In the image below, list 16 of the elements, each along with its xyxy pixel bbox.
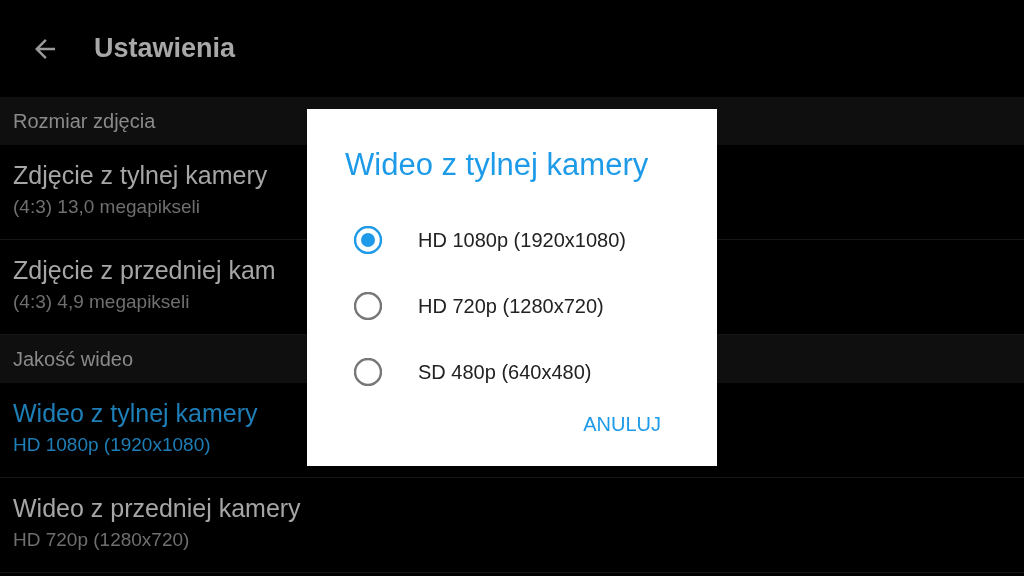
item-title: Wideo z tylnej kamery <box>13 399 258 428</box>
item-title: Wideo z przedniej kamery <box>13 494 301 523</box>
screen-title: Ustawienia <box>94 33 236 64</box>
item-summary: (4:3) 13,0 megapikseli <box>13 196 200 218</box>
item-title: Zdjęcie z przedniej kam <box>13 256 276 285</box>
item-summary: HD 1080p (1920x1080) <box>13 434 211 456</box>
item-summary: HD 720p (1280x720) <box>13 529 190 551</box>
dialog-title: Wideo z tylnej kamery <box>345 147 649 183</box>
section-header: Jakość wideo <box>13 347 134 371</box>
option-label[interactable]: HD 720p (1280x720) <box>418 294 604 318</box>
option-label[interactable]: HD 1080p (1920x1080) <box>418 228 626 252</box>
item-summary: (4:3) 4,9 megapikseli <box>13 291 190 313</box>
section-header: Rozmiar zdjęcia <box>13 109 156 133</box>
option-label[interactable]: SD 480p (640x480) <box>418 360 592 384</box>
settings-item[interactable]: Wideo z przedniej kamery HD 720p (1280x720) <box>0 478 1024 573</box>
item-title: Zdjęcie z tylnej kamery <box>13 161 268 190</box>
